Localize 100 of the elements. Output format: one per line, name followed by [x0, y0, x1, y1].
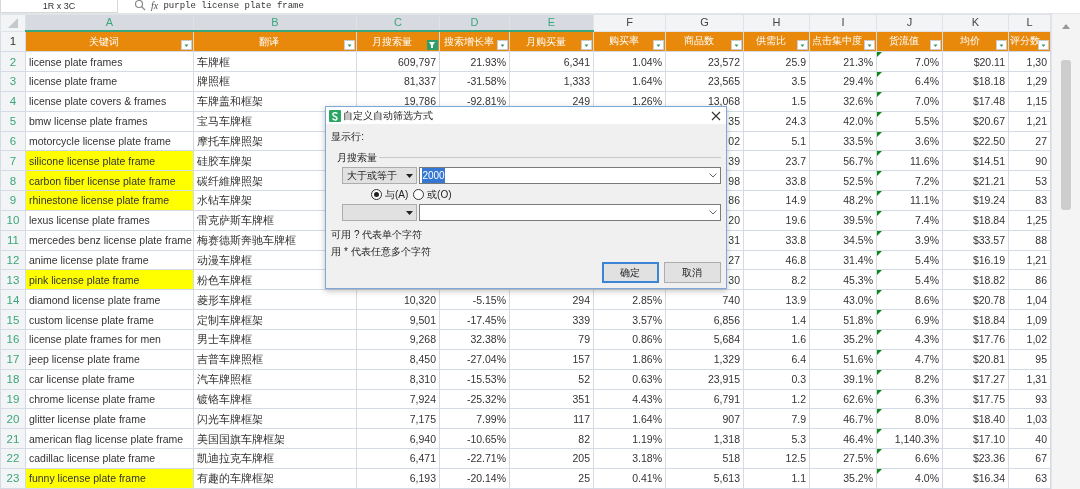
caret-icon[interactable] [184, 44, 189, 48]
row-number[interactable]: 2 [0, 51, 26, 72]
table-cell: lexus license plate frames [25, 210, 194, 231]
table-cell: 25.9 [743, 51, 810, 72]
caret-icon[interactable] [867, 44, 872, 48]
column-header[interactable]: C [356, 14, 440, 32]
filter-button[interactable] [864, 40, 875, 51]
row-number[interactable]: 14 [0, 289, 26, 310]
table-cell: 39.1% [809, 369, 877, 389]
column-title: 货流值 [888, 35, 919, 47]
row-number[interactable]: 7 [0, 150, 26, 171]
caret-icon [406, 210, 414, 215]
select-all-icon[interactable] [8, 18, 18, 29]
value-field[interactable] [419, 204, 721, 222]
filter-button[interactable] [181, 40, 192, 51]
table-cell: 1,04 [1008, 289, 1051, 310]
table-cell: 20 [728, 214, 740, 227]
column-header[interactable]: F [593, 14, 666, 32]
caret-icon[interactable] [584, 44, 589, 48]
scroll-up-icon[interactable] [1062, 23, 1070, 30]
column-header[interactable]: H [743, 14, 810, 32]
table-cell: 1.86% [593, 349, 666, 370]
filter-button[interactable] [653, 40, 664, 51]
radio-option[interactable]: 与(A) [371, 186, 409, 202]
table-cell: 31 [728, 234, 740, 247]
value-field[interactable]: 2000 [419, 167, 721, 185]
table-cell: 1.1 [743, 468, 810, 489]
table-cell: 1,31 [1008, 369, 1051, 389]
row-number[interactable]: 17 [0, 349, 26, 370]
table-cell: 5,613 [665, 468, 744, 489]
filter-button[interactable] [581, 40, 592, 51]
row-number[interactable]: 3 [0, 71, 26, 92]
dialog-button[interactable]: 取消 [663, 261, 721, 283]
table-cell: 1,140.3% [894, 432, 939, 445]
caret-icon[interactable] [933, 44, 938, 48]
column-header[interactable]: L [1008, 14, 1051, 32]
radio-option[interactable]: 或(O) [413, 186, 452, 202]
column-header[interactable]: J [876, 14, 943, 32]
table-cell: 25 [509, 468, 594, 489]
table-cell: -15.53% [439, 369, 510, 389]
function-label[interactable]: fx [151, 0, 159, 12]
caret-icon[interactable] [999, 44, 1004, 48]
filter-button[interactable] [344, 40, 355, 51]
row-number[interactable]: 16 [0, 329, 26, 350]
row-number[interactable]: 18 [0, 369, 26, 389]
row-number[interactable]: 11 [0, 230, 26, 251]
row-number[interactable]: 12 [0, 250, 26, 270]
row-number[interactable]: 5 [0, 111, 26, 132]
row-number[interactable]: 22 [0, 448, 26, 469]
column-title: 关键词 [88, 35, 119, 47]
table-cell: 63 [1008, 468, 1051, 489]
vertical-scrollbar[interactable] [1051, 14, 1080, 489]
filter-button[interactable] [497, 40, 508, 51]
dialog-button[interactable]: 确定 [601, 261, 659, 283]
table-cell: $17.76 [942, 329, 1009, 350]
column-header[interactable]: G [665, 14, 744, 32]
row-number[interactable]: 4 [0, 91, 26, 112]
row-number[interactable]: 13 [0, 269, 26, 290]
table-cell: $18.18 [942, 71, 1009, 92]
column-header[interactable]: E [509, 14, 594, 32]
filter-button[interactable] [797, 40, 808, 51]
scroll-thumb[interactable] [1061, 59, 1071, 210]
filter-button[interactable] [1038, 40, 1049, 51]
row-number[interactable]: 1 [0, 31, 26, 52]
caret-icon[interactable] [347, 44, 352, 48]
column-header[interactable]: I [809, 14, 877, 32]
caret-icon[interactable] [734, 44, 739, 48]
table-cell: 有趣的车牌框架 [193, 468, 357, 489]
column-header[interactable]: K [942, 14, 1009, 32]
row-number[interactable]: 10 [0, 210, 26, 231]
column-header[interactable]: A [25, 14, 194, 32]
filter-button[interactable] [731, 40, 742, 51]
row-number[interactable]: 19 [0, 389, 26, 409]
table-cell: 0.86% [593, 329, 666, 350]
column-title: 点击集中度 [812, 35, 862, 47]
caret-icon[interactable] [1041, 44, 1046, 48]
row-number[interactable]: 15 [0, 309, 26, 330]
caret-icon[interactable] [800, 44, 805, 48]
close-icon[interactable] [710, 110, 721, 121]
caret-icon[interactable] [656, 44, 661, 48]
filter-button[interactable] [996, 40, 1007, 51]
row-number[interactable]: 9 [0, 190, 26, 211]
operator-dropdown[interactable]: 大于或等于 [341, 167, 417, 185]
operator-dropdown[interactable] [341, 204, 417, 222]
column-header[interactable]: B [193, 14, 357, 32]
row-number[interactable]: 8 [0, 170, 26, 191]
row-number[interactable]: 20 [0, 408, 26, 429]
active-filter-button[interactable] [427, 40, 438, 51]
search-icon[interactable] [133, 0, 146, 11]
column-header[interactable]: D [439, 14, 510, 32]
row-number[interactable]: 21 [0, 428, 26, 449]
name-box[interactable]: 1R x 3C [0, 0, 118, 13]
table-cell: $18.84 [942, 210, 1009, 231]
chevron-icon [709, 173, 718, 179]
row-number[interactable]: 23 [0, 468, 26, 489]
filter-button[interactable] [930, 40, 941, 51]
row-number[interactable]: 6 [0, 131, 26, 151]
table-cell: $22.50 [942, 131, 1009, 151]
error-flag-icon [877, 409, 882, 415]
caret-icon[interactable] [500, 44, 505, 48]
